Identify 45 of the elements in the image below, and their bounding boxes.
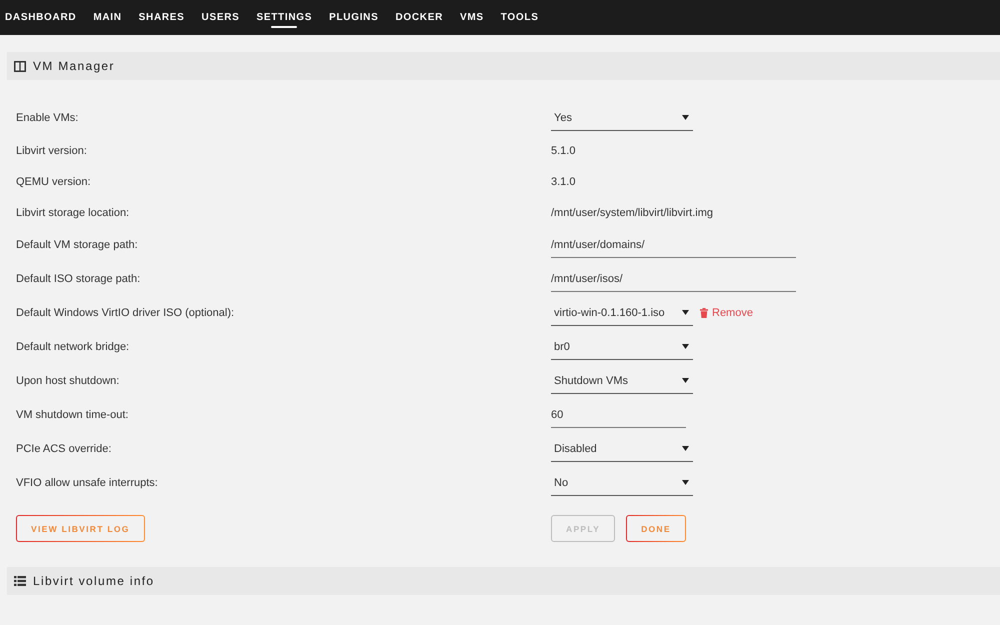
nav-tab[interactable]: TOOLS — [500, 0, 539, 35]
value-text: 3.1.0 — [551, 176, 576, 188]
nav-tab[interactable]: VMS — [460, 0, 484, 35]
setting-label: VFIO allow unsafe interrupts: — [16, 477, 159, 489]
setting-label: Enable VMs: — [16, 112, 80, 124]
setting-label: Default VM storage path: — [16, 239, 139, 251]
nav-tab[interactable]: DOCKER — [395, 0, 444, 35]
select-field[interactable]: Shutdown VMs — [551, 368, 693, 394]
setting-label: Libvirt version: — [16, 144, 88, 156]
caret-icon — [682, 480, 689, 485]
nav-tab[interactable]: MAIN — [93, 0, 122, 35]
path-input[interactable]: /mnt/user/isos/ — [551, 266, 796, 292]
setting-label: QEMU version: — [16, 176, 92, 188]
select-field[interactable]: No — [551, 470, 693, 496]
caret-icon — [682, 344, 689, 349]
section-title: Libvirt volume info — [33, 574, 154, 588]
setting-label: VM shutdown time-out: — [16, 409, 130, 421]
caret-icon — [682, 446, 689, 451]
select-field[interactable]: virtio-win-0.1.160-1.iso — [551, 300, 693, 326]
section-title: VM Manager — [33, 59, 115, 73]
setting-label: PCIe ACS override: — [16, 443, 112, 455]
select-field[interactable]: Yes — [551, 105, 693, 131]
timeout-input[interactable]: 60 — [551, 402, 686, 428]
caret-icon — [682, 378, 689, 383]
trash-icon — [700, 308, 708, 318]
setting-label: Default network bridge: — [16, 341, 130, 353]
value-text: 5.1.0 — [551, 144, 576, 156]
nav-tab[interactable]: DASHBOARD — [5, 0, 76, 35]
caret-icon — [682, 115, 689, 120]
path-input[interactable]: /mnt/user/domains/ — [551, 232, 796, 258]
remove-link[interactable]: Remove — [700, 307, 753, 319]
select-field[interactable]: Disabled — [551, 436, 693, 462]
setting-label: Default Windows VirtIO driver ISO (optional): — [16, 307, 236, 319]
caret-icon — [682, 310, 689, 315]
columns-icon — [14, 60, 26, 72]
nav-tab[interactable]: SHARES — [138, 0, 185, 35]
nav-tab[interactable]: SETTINGS — [256, 0, 312, 35]
select-field[interactable]: br0 — [551, 334, 693, 360]
setting-label: Upon host shutdown: — [16, 375, 120, 387]
list-icon — [14, 576, 26, 586]
nav-tab[interactable]: USERS — [202, 0, 240, 35]
value-text: /mnt/user/system/libvirt/libvirt.img — [551, 206, 713, 218]
setting-label: Default ISO storage path: — [16, 273, 142, 285]
setting-label: Libvirt storage location: — [16, 206, 130, 218]
nav-tab[interactable]: PLUGINS — [329, 0, 378, 35]
